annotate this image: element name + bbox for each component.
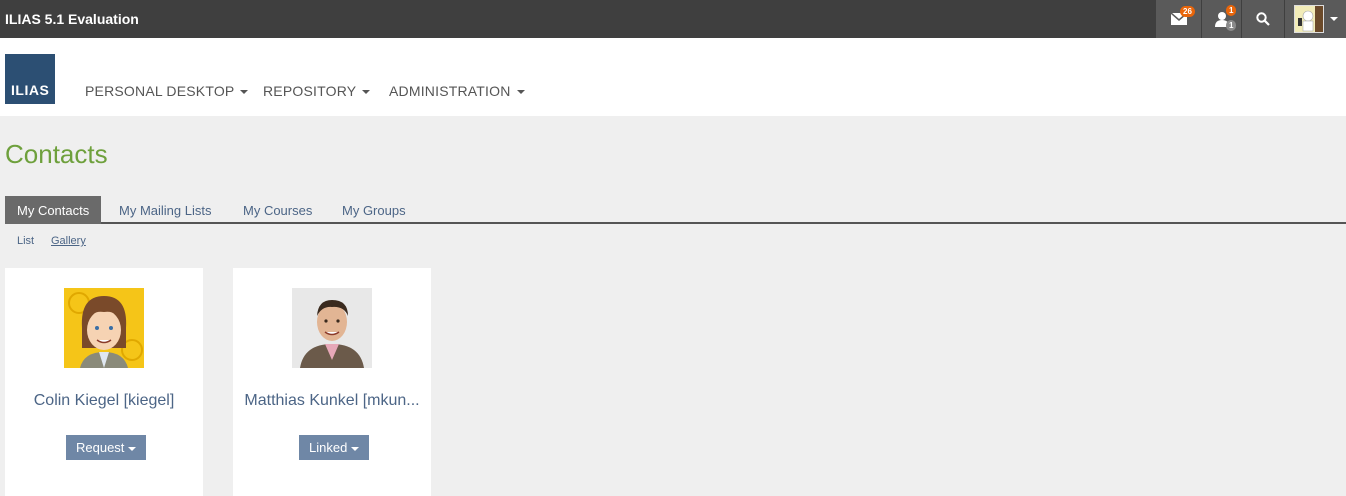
subtab-list[interactable]: List xyxy=(17,235,34,247)
app-title: ILIAS 5.1 Evaluation xyxy=(5,11,139,27)
mail-button[interactable]: 26 xyxy=(1156,0,1201,38)
logo-text: ILIAS xyxy=(11,82,50,98)
tab-bar: My Contacts My Mailing Lists My Courses … xyxy=(5,196,1346,224)
button-label: Request xyxy=(76,440,125,455)
search-icon xyxy=(1256,12,1270,26)
top-bar: ILIAS 5.1 Evaluation 26 1 1 xyxy=(0,0,1346,38)
subtab-gallery[interactable]: Gallery xyxy=(51,235,86,247)
request-button[interactable]: Request xyxy=(66,435,147,460)
contact-new-badge: 1 xyxy=(1226,5,1237,16)
header: ILIAS PERSONAL DESKTOP REPOSITORY ADMINI… xyxy=(0,38,1346,116)
ilias-logo[interactable]: ILIAS xyxy=(5,54,55,104)
chevron-down-icon xyxy=(240,90,249,95)
search-button[interactable] xyxy=(1242,0,1284,38)
nav-personal-desktop[interactable]: PERSONAL DESKTOP xyxy=(85,83,249,99)
tab-my-contacts[interactable]: My Contacts xyxy=(5,196,102,224)
tab-my-mailing-lists[interactable]: My Mailing Lists xyxy=(107,196,223,224)
contact-card: Colin Kiegel [kiegel] Request xyxy=(5,268,203,496)
contact-card: Matthias Kunkel [mkun... Linked xyxy=(233,268,431,496)
contact-avatar xyxy=(292,288,372,368)
chevron-down-icon xyxy=(516,90,525,95)
tab-my-groups[interactable]: My Groups xyxy=(330,196,418,224)
chevron-down-icon xyxy=(128,446,137,451)
contact-total-badge: 1 xyxy=(1226,20,1237,31)
chevron-down-icon xyxy=(1330,17,1338,21)
contact-avatar xyxy=(64,288,144,368)
user-avatar xyxy=(1293,5,1324,33)
chevron-down-icon xyxy=(351,446,360,451)
contact-requests-button[interactable]: 1 1 xyxy=(1202,0,1241,38)
page-title: Contacts xyxy=(5,139,108,169)
chevron-down-icon xyxy=(362,90,371,95)
nav-label: PERSONAL DESKTOP xyxy=(85,83,235,99)
mail-count-badge: 26 xyxy=(1180,6,1195,17)
contact-name[interactable]: Colin Kiegel [kiegel] xyxy=(5,392,203,410)
contact-name[interactable]: Matthias Kunkel [mkun... xyxy=(233,392,431,410)
nav-label: REPOSITORY xyxy=(263,83,357,99)
linked-button[interactable]: Linked xyxy=(299,435,370,460)
tab-my-courses[interactable]: My Courses xyxy=(231,196,324,224)
user-menu-button[interactable] xyxy=(1285,0,1346,38)
button-label: Linked xyxy=(309,440,348,455)
nav-repository[interactable]: REPOSITORY xyxy=(263,83,371,99)
nav-label: ADMINISTRATION xyxy=(389,83,511,99)
nav-administration[interactable]: ADMINISTRATION xyxy=(389,83,525,99)
